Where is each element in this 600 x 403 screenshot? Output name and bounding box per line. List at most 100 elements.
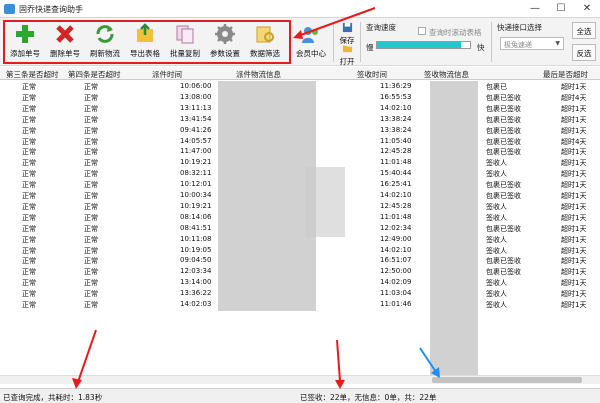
api-dropdown[interactable]: 极兔速递 ▼ xyxy=(500,37,564,50)
select-all-button[interactable]: 全选 xyxy=(572,22,596,39)
cell-third-timeout: 正常 xyxy=(22,235,36,244)
cell-dispatch-time: 10:11:08 xyxy=(180,234,212,243)
cell-signed-time: 13:38:24 xyxy=(380,114,412,123)
cell-signed-time: 14:02:09 xyxy=(380,278,412,287)
add-number-button[interactable]: 添加单号 xyxy=(6,21,44,63)
minimize-button[interactable]: — xyxy=(522,0,548,18)
cell-final-timeout: 超时1天 xyxy=(561,126,587,135)
window-title: 固乔快递查询助手 xyxy=(19,5,83,14)
scrollbar-thumb[interactable] xyxy=(432,377,582,383)
cell-third-timeout: 正常 xyxy=(22,213,36,222)
cell-fourth-timeout: 正常 xyxy=(84,83,98,91)
api-select-label: 快递接口选择 xyxy=(497,23,542,32)
column-header[interactable]: 签收物流信息 xyxy=(424,69,469,80)
cell-dispatch-time: 13:36:22 xyxy=(180,289,212,298)
cell-dispatch-time: 08:14:06 xyxy=(180,212,212,221)
cell-third-timeout: 正常 xyxy=(22,170,36,179)
refresh-logistics-button[interactable]: 刷新物流 xyxy=(86,21,124,63)
cell-final-timeout: 超时1天 xyxy=(561,257,587,266)
cell-third-timeout: 正常 xyxy=(22,290,36,299)
member-center-label: 会员中心 xyxy=(296,49,326,58)
cell-final-timeout: 超时1天 xyxy=(561,279,587,288)
cell-final-timeout: 超时1天 xyxy=(561,246,587,255)
table-header: 第三条是否超时 第四条是否超时 派件时间 派件物流信息 签收时间 签收物流信息 … xyxy=(0,67,600,80)
redacted-region xyxy=(305,167,345,237)
open-button[interactable]: 打开 xyxy=(336,43,358,67)
cell-signed-info: 包裹已签收 xyxy=(486,104,521,113)
toolbar-divider xyxy=(491,22,492,62)
cell-signed-time: 12:45:28 xyxy=(380,147,412,156)
app-icon xyxy=(4,4,15,14)
open-folder-icon xyxy=(342,45,352,53)
cell-final-timeout: 超时1天 xyxy=(561,148,587,157)
batch-copy-button[interactable]: 批量复制 xyxy=(166,21,204,63)
cell-signed-time: 13:38:24 xyxy=(380,125,412,134)
cell-fourth-timeout: 正常 xyxy=(84,290,98,299)
refresh-icon xyxy=(96,25,114,43)
speed-slider[interactable] xyxy=(376,41,471,49)
invert-selection-button[interactable]: 反选 xyxy=(572,44,596,61)
cell-third-timeout: 正常 xyxy=(22,93,36,102)
data-filter-button[interactable]: 数据筛选 xyxy=(246,21,284,63)
cell-third-timeout: 正常 xyxy=(22,301,36,309)
horizontal-scrollbar[interactable] xyxy=(0,375,600,384)
cell-dispatch-time: 10:06:00 xyxy=(180,82,212,90)
auto-scroll-checkbox[interactable] xyxy=(418,27,426,35)
settings-button[interactable]: 参数设置 xyxy=(206,21,244,63)
delete-number-button[interactable]: 删除单号 xyxy=(46,21,84,63)
results-table: 第三条是否超时 第四条是否超时 派件时间 派件物流信息 签收时间 签收物流信息 … xyxy=(0,67,600,381)
cell-final-timeout: 超时1天 xyxy=(561,224,587,233)
cell-third-timeout: 正常 xyxy=(22,148,36,157)
cell-final-timeout: 超时1天 xyxy=(561,213,587,222)
cell-signed-info: 包裹已签收 xyxy=(486,192,521,200)
speed-fast-label: 快 xyxy=(477,43,485,52)
column-header[interactable]: 派件物流信息 xyxy=(236,69,281,80)
export-icon xyxy=(137,23,153,42)
status-elapsed: 已查询完成，共耗时：1.83秒 xyxy=(3,393,103,402)
add-number-label: 添加单号 xyxy=(10,49,40,58)
cell-dispatch-time: 10:19:21 xyxy=(180,201,212,210)
cell-signed-time: 16:25:41 xyxy=(380,180,412,189)
cell-third-timeout: 正常 xyxy=(22,104,36,113)
cell-dispatch-time: 08:32:11 xyxy=(180,169,212,178)
cell-signed-time: 11:01:48 xyxy=(380,158,412,167)
cell-signed-info: 签收人 xyxy=(486,213,507,222)
cell-final-timeout: 超时1天 xyxy=(561,159,587,168)
batch-copy-label: 批量复制 xyxy=(170,49,200,58)
cell-signed-time: 16:51:07 xyxy=(380,256,412,265)
toolbar-divider xyxy=(360,22,361,62)
cell-third-timeout: 正常 xyxy=(22,181,36,190)
cell-signed-time: 14:02:10 xyxy=(380,245,412,254)
cell-third-timeout: 正常 xyxy=(22,192,36,200)
cell-signed-time: 11:05:40 xyxy=(380,136,412,145)
cell-signed-time: 12:02:34 xyxy=(380,223,412,232)
settings-label: 参数设置 xyxy=(210,49,240,58)
column-header[interactable]: 派件时间 xyxy=(152,69,182,80)
close-button[interactable]: ✕ xyxy=(574,0,600,18)
cell-signed-time: 16:55:53 xyxy=(380,92,412,101)
save-icon xyxy=(342,22,352,33)
add-icon xyxy=(16,25,34,43)
cell-signed-info: 包裹已签收 xyxy=(486,137,521,146)
delete-icon xyxy=(56,25,74,43)
cell-signed-info: 签收人 xyxy=(486,202,507,211)
cell-dispatch-time: 13:14:00 xyxy=(180,278,212,287)
column-header[interactable]: 第四条是否超时 xyxy=(68,69,121,80)
copy-icon xyxy=(176,25,194,44)
column-header[interactable]: 签收时间 xyxy=(357,69,387,80)
cell-fourth-timeout: 正常 xyxy=(84,279,98,288)
maximize-button[interactable]: ☐ xyxy=(548,0,574,18)
column-header[interactable]: 第三条是否超时 xyxy=(6,69,59,80)
toolbar-divider xyxy=(333,22,334,62)
cell-fourth-timeout: 正常 xyxy=(84,268,98,277)
column-header[interactable]: 最后是否超时 xyxy=(543,69,588,80)
cell-final-timeout: 超时1天 xyxy=(561,290,587,299)
cell-signed-info: 签收人 xyxy=(486,246,507,255)
cell-signed-time: 12:50:00 xyxy=(380,267,412,276)
export-table-button[interactable]: 导出表格 xyxy=(126,21,164,63)
refresh-logistics-label: 刷新物流 xyxy=(90,49,120,58)
member-center-button[interactable]: 会员中心 xyxy=(292,21,330,63)
chevron-down-icon: ▼ xyxy=(555,40,560,47)
cell-signed-time: 14:02:10 xyxy=(380,191,412,199)
cell-fourth-timeout: 正常 xyxy=(84,192,98,200)
